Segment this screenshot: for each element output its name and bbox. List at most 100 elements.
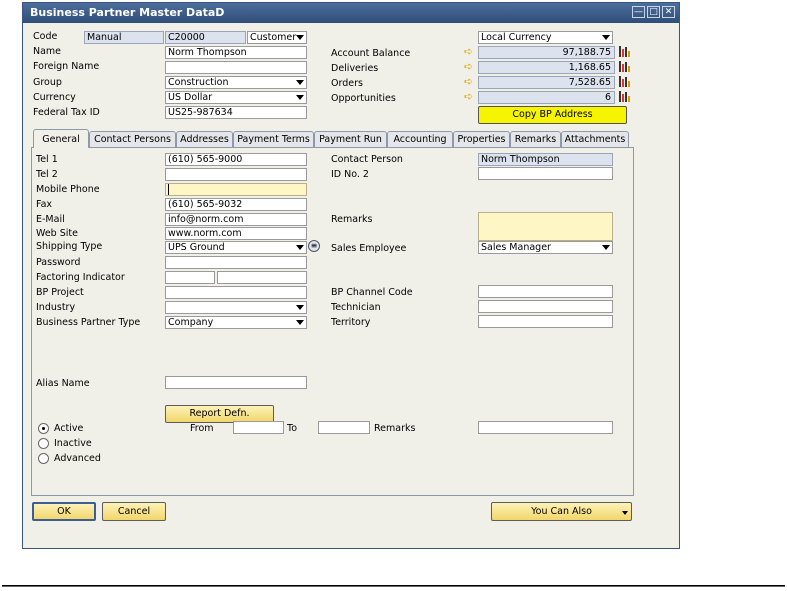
deliveries-label: Deliveries: [331, 63, 379, 74]
close-icon[interactable]: ✕: [662, 6, 675, 18]
remarks-label: Remarks: [331, 214, 373, 225]
bar-chart-icon[interactable]: [618, 45, 630, 58]
you-can-also-label: You Can Also: [531, 506, 592, 517]
sales-employee-value: Sales Manager: [481, 242, 551, 253]
factoring-indicator-code-field[interactable]: [165, 271, 215, 284]
shipping-type-select[interactable]: UPS Ground: [165, 241, 307, 254]
name-value: Norm Thompson: [168, 47, 247, 58]
title-bar[interactable]: Business Partner Master DataD: [23, 3, 679, 23]
link-arrow-icon[interactable]: ➪: [464, 46, 476, 57]
bp-project-field[interactable]: [165, 286, 307, 299]
tab-properties[interactable]: Properties: [453, 131, 510, 148]
shipping-type-label: Shipping Type: [36, 241, 103, 252]
email-field[interactable]: info@norm.com: [165, 213, 307, 226]
window-title: Business Partner Master DataD: [30, 6, 225, 19]
opportunities-label: Opportunities: [331, 93, 396, 104]
mobile-phone-value: [168, 184, 169, 195]
industry-select[interactable]: [165, 301, 307, 314]
tax-id-value: US25-987634: [168, 107, 233, 118]
factoring-indicator-name-field[interactable]: [217, 271, 307, 284]
inactive-label: Inactive: [54, 438, 92, 449]
orders-field: 7,528.65: [478, 76, 615, 89]
ok-button[interactable]: OK: [32, 502, 96, 521]
bp-type-value: Customer: [250, 32, 297, 43]
tel2-field[interactable]: [165, 168, 307, 181]
status-remarks-label: Remarks: [374, 423, 416, 434]
tax-id-field[interactable]: US25-987634: [165, 106, 307, 119]
remarks-field[interactable]: [478, 212, 613, 241]
from-field[interactable]: [233, 421, 284, 434]
link-arrow-icon[interactable]: ➪: [464, 76, 476, 87]
bar-chart-icon[interactable]: [618, 75, 630, 88]
territory-field[interactable]: [478, 315, 613, 328]
bp-channel-code-field[interactable]: [478, 285, 613, 298]
technician-field[interactable]: [478, 300, 613, 313]
to-label: To: [287, 423, 298, 434]
chevron-down-icon: [296, 95, 304, 100]
tab-general[interactable]: General: [33, 129, 89, 148]
tab-accounting[interactable]: Accounting: [387, 131, 453, 148]
inactive-radio[interactable]: [38, 438, 49, 449]
copy-bp-address-button[interactable]: Copy BP Address: [478, 106, 627, 124]
website-field[interactable]: www.norm.com: [165, 227, 307, 240]
group-select[interactable]: Construction: [165, 76, 307, 89]
fax-label: Fax: [36, 199, 53, 210]
tab-remarks[interactable]: Remarks: [510, 131, 561, 148]
bp-type-select[interactable]: Customer: [247, 31, 307, 44]
id-no2-field[interactable]: [478, 167, 613, 180]
series-field[interactable]: Manual: [84, 31, 164, 44]
status-remarks-field[interactable]: [478, 421, 613, 434]
advanced-radio[interactable]: [38, 453, 49, 464]
maximize-icon[interactable]: □: [647, 6, 660, 18]
account-balance-label: Account Balance: [331, 48, 411, 59]
tab-addresses[interactable]: Addresses: [176, 131, 233, 148]
active-radio[interactable]: [38, 423, 49, 434]
fax-field[interactable]: (610) 565-9032: [165, 198, 307, 211]
to-field[interactable]: [318, 421, 370, 434]
code-value: C20000: [168, 32, 205, 43]
factoring-indicator-label: Factoring Indicator: [36, 272, 125, 283]
tel1-label: Tel 1: [36, 154, 58, 165]
bp-type-field-select[interactable]: Company: [165, 316, 307, 329]
screen-divider: [2, 585, 785, 587]
deliveries-field: 1,168.65: [478, 61, 615, 74]
code-field[interactable]: C20000: [165, 31, 246, 44]
tel1-field[interactable]: (610) 565-9000: [165, 153, 307, 166]
contact-person-value: Norm Thompson: [481, 154, 560, 165]
list-icon[interactable]: ≡: [308, 240, 320, 252]
you-can-also-button[interactable]: You Can Also: [491, 502, 632, 521]
email-value: info@norm.com: [168, 214, 244, 225]
currency-select[interactable]: US Dollar: [165, 91, 307, 104]
chevron-down-icon: [296, 35, 304, 40]
link-arrow-icon[interactable]: ➪: [464, 91, 476, 102]
cancel-button[interactable]: Cancel: [102, 502, 166, 521]
sales-employee-label: Sales Employee: [331, 243, 407, 254]
tab-contact-persons[interactable]: Contact Persons: [89, 131, 176, 148]
tel2-label: Tel 2: [36, 169, 58, 180]
sales-employee-select[interactable]: Sales Manager: [478, 241, 613, 254]
bar-chart-icon[interactable]: [618, 60, 630, 73]
account-balance-value: 97,188.75: [562, 47, 611, 58]
tab-payment-terms[interactable]: Payment Terms: [233, 131, 314, 148]
name-label: Name: [33, 46, 62, 57]
name-field[interactable]: Norm Thompson: [165, 46, 307, 59]
chevron-down-icon: [296, 80, 304, 85]
technician-label: Technician: [331, 302, 381, 313]
chevron-down-icon: [602, 245, 610, 250]
orders-label: Orders: [331, 78, 363, 89]
chevron-down-icon: [296, 305, 304, 310]
alias-name-field[interactable]: [165, 376, 307, 389]
tab-payment-run[interactable]: Payment Run: [314, 131, 387, 148]
currency-value: US Dollar: [168, 92, 213, 103]
minimize-icon[interactable]: —: [632, 6, 645, 18]
currency-mode-select[interactable]: Local Currency: [478, 31, 613, 44]
industry-label: Industry: [36, 302, 76, 313]
tab-attachments[interactable]: Attachments: [561, 131, 629, 148]
password-field[interactable]: [165, 256, 307, 269]
foreign-name-field[interactable]: [165, 61, 307, 74]
advanced-label: Advanced: [54, 453, 101, 464]
mobile-phone-field[interactable]: [165, 183, 307, 196]
bar-chart-icon[interactable]: [618, 90, 630, 103]
link-arrow-icon[interactable]: ➪: [464, 61, 476, 72]
account-balance-field: 97,188.75: [478, 46, 615, 59]
